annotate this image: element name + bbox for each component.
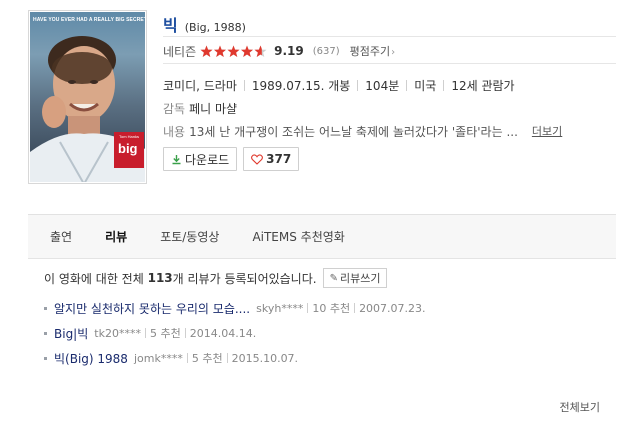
poster-artwork bbox=[30, 36, 145, 182]
rating-count: (637) bbox=[312, 45, 340, 57]
plot-label: 내용 bbox=[163, 124, 186, 139]
tab-reviews[interactable]: 리뷰 bbox=[105, 215, 127, 259]
rating-row: 네티즌 9.19 (637) 평점주기› bbox=[163, 37, 616, 63]
movie-poster[interactable]: HAVE YOU EVER HAD A REALLY BIG SECRET? T… bbox=[28, 10, 147, 184]
tab-recommended[interactable]: AiTEMS 추천영화 bbox=[252, 215, 344, 259]
bullet-icon bbox=[44, 356, 47, 360]
download-icon bbox=[172, 154, 181, 164]
bullet-icon bbox=[44, 306, 47, 310]
release-date: 1989.07.15. 개봉 bbox=[251, 78, 351, 93]
separator bbox=[354, 303, 356, 313]
evaluate-link[interactable]: 평점주기› bbox=[350, 43, 395, 59]
country[interactable]: 미국 bbox=[414, 77, 436, 94]
review-title[interactable]: Big|빅 bbox=[54, 325, 88, 342]
title-row: 빅 (Big, 1988) bbox=[163, 12, 616, 36]
review-user: skyh**** bbox=[256, 301, 304, 315]
review-user: jomk**** bbox=[133, 351, 183, 365]
tab-cast[interactable]: 출연 bbox=[50, 215, 72, 259]
poster-image: HAVE YOU EVER HAD A REALLY BIG SECRET? T… bbox=[30, 12, 145, 182]
separator bbox=[226, 353, 228, 363]
separator bbox=[406, 79, 408, 91]
review-title[interactable]: 알지만 실천하지 못하는 우리의 모습.... bbox=[54, 300, 250, 317]
review-date: 2007.07.23. bbox=[359, 301, 426, 315]
tab-photos-videos[interactable]: 포토/동영상 bbox=[160, 215, 219, 259]
movie-subtitle: (Big, 1988) bbox=[184, 21, 246, 34]
poster-tagline: HAVE YOU EVER HAD A REALLY BIG SECRET? bbox=[33, 17, 145, 23]
rating-label: 네티즌 bbox=[163, 44, 197, 59]
reviews-head-suffix: 개 리뷰가 등록되어있습니다. bbox=[172, 271, 317, 286]
see-all-link[interactable]: 전체보기 bbox=[560, 399, 600, 415]
rating-stars bbox=[200, 44, 268, 58]
reviews-head-prefix: 이 영화에 대한 전체 bbox=[44, 271, 148, 286]
list-item: Big|빅 tk20**** 5 추천 2014.04.14. bbox=[44, 325, 616, 341]
director-name[interactable]: 페니 마샬 bbox=[189, 100, 237, 117]
action-buttons: 다운로드 377 bbox=[163, 147, 616, 171]
pencil-icon: ✎ bbox=[329, 272, 338, 284]
write-review-label: 리뷰쓰기 bbox=[339, 272, 381, 285]
age-rating: 12세 관람가 bbox=[451, 78, 515, 93]
separator bbox=[186, 353, 188, 363]
list-item: 빅(Big) 1988 jomk**** 5 추천 2015.10.07. bbox=[44, 350, 616, 366]
detail-panel: 출연 리뷰 포토/동영상 AiTEMS 추천영화 이 영화에 대한 전체 113… bbox=[28, 214, 616, 419]
download-label: 다운로드 bbox=[185, 152, 230, 167]
review-list: 알지만 실천하지 못하는 우리의 모습.... skyh**** 10 추천 2… bbox=[44, 300, 616, 366]
download-button[interactable]: 다운로드 bbox=[163, 147, 238, 171]
movie-meta: 코미디, 드라마 1989.07.15. 개봉 104분 미국 12세 관람가 bbox=[163, 77, 616, 93]
movie-info: 빅 (Big, 1988) 네티즌 9.19 (637) 평점주기› 코미디, … bbox=[163, 12, 616, 171]
separator bbox=[243, 79, 245, 91]
divider bbox=[163, 63, 616, 64]
write-review-button[interactable]: ✎ 리뷰쓰기 bbox=[322, 268, 388, 288]
bullet-icon bbox=[44, 331, 47, 335]
chevron-right-icon: › bbox=[391, 47, 396, 58]
like-button[interactable]: 377 bbox=[243, 147, 300, 171]
heart-icon bbox=[251, 153, 264, 165]
plot-row: 내용 13세 난 개구쟁이 조쉬는 어느날 축제에 놀러갔다가 '졸타'라는 .… bbox=[163, 123, 616, 139]
genre[interactable]: 코미디, 드라마 bbox=[163, 77, 237, 94]
tab-bar: 출연 리뷰 포토/동영상 AiTEMS 추천영화 bbox=[28, 215, 616, 259]
director-label: 감독 bbox=[163, 101, 186, 116]
director-row: 감독 페니 마샬 bbox=[163, 100, 616, 116]
runtime: 104분 bbox=[365, 78, 400, 93]
review-count: 113 bbox=[147, 271, 173, 285]
list-item: 알지만 실천하지 못하는 우리의 모습.... skyh**** 10 추천 2… bbox=[44, 300, 616, 316]
review-recommend: 10 추천 bbox=[312, 302, 351, 315]
poster-title-mark: big bbox=[118, 141, 138, 156]
movie-title[interactable]: 빅 bbox=[163, 12, 178, 36]
separator bbox=[144, 328, 146, 338]
separator bbox=[307, 303, 309, 313]
reviews-summary: 이 영화에 대한 전체 113 개 리뷰가 등록되어있습니다. ✎ 리뷰쓰기 bbox=[44, 268, 616, 288]
star-rating-icon bbox=[200, 45, 267, 57]
separator bbox=[357, 79, 359, 91]
review-date: 2015.10.07. bbox=[231, 351, 299, 365]
plot-text: 13세 난 개구쟁이 조쉬는 어느날 축제에 놀러갔다가 '졸타'라는 ... bbox=[189, 124, 518, 139]
separator bbox=[184, 328, 186, 338]
review-recommend: 5 추천 bbox=[191, 352, 223, 365]
more-link[interactable]: 더보기 bbox=[532, 123, 562, 139]
separator bbox=[443, 79, 445, 91]
review-recommend: 5 추천 bbox=[149, 327, 181, 340]
evaluate-label: 평점주기 bbox=[349, 45, 391, 58]
poster-credit: Tom Hanks bbox=[119, 134, 140, 139]
review-user: tk20**** bbox=[94, 326, 141, 340]
review-title[interactable]: 빅(Big) 1988 bbox=[54, 350, 128, 367]
review-date: 2014.04.14. bbox=[189, 326, 257, 340]
like-count: 377 bbox=[266, 152, 292, 166]
rating-score: 9.19 bbox=[274, 44, 304, 58]
